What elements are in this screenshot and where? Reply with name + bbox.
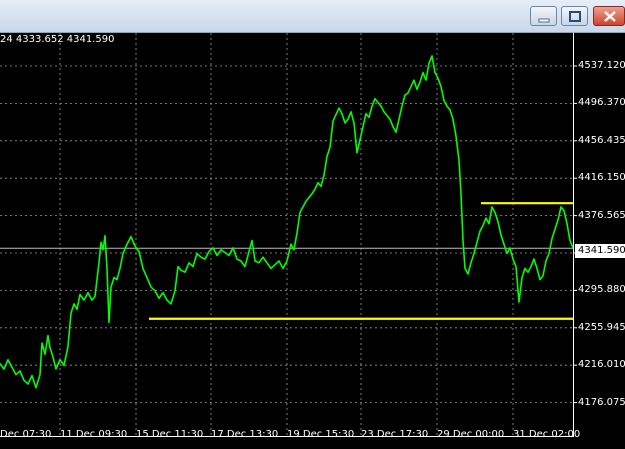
- y-tick-label: 4376.565: [578, 209, 625, 221]
- x-tick-label: 17 Dec 13:30: [211, 429, 279, 440]
- price-series-line: [0, 55, 574, 389]
- y-tick-label: 4255.945: [578, 321, 625, 333]
- x-tick-label: 31 Dec 02:00: [513, 429, 581, 440]
- y-tick-label: 4496.370: [578, 97, 625, 109]
- current-price-label: 4341.590: [575, 244, 625, 258]
- x-tick-label: 23 Dec 17:30: [361, 429, 429, 440]
- x-tick-label: 29 Dec 00:00: [437, 429, 505, 440]
- y-tick-label: 4537.120: [578, 60, 625, 71]
- x-tick-label: Dec 07:30: [0, 429, 52, 440]
- x-tick-label: 11 Dec 09:30: [60, 429, 128, 440]
- y-tick-label: 4416.150: [578, 172, 625, 184]
- price-chart: [0, 33, 577, 436]
- y-tick-label: 4456.435: [578, 134, 625, 146]
- y-tick-label: 4216.010: [578, 359, 625, 371]
- y-tick-label: 4295.880: [578, 284, 625, 296]
- chart-grid: [0, 33, 577, 436]
- y-tick-label: 4176.075: [578, 396, 625, 408]
- x-tick-label: 19 Dec 15:30: [287, 429, 355, 440]
- quote-text: 24 4333.652 4341.590: [0, 34, 115, 45]
- x-tick-label: 15 Dec 11:30: [136, 429, 204, 440]
